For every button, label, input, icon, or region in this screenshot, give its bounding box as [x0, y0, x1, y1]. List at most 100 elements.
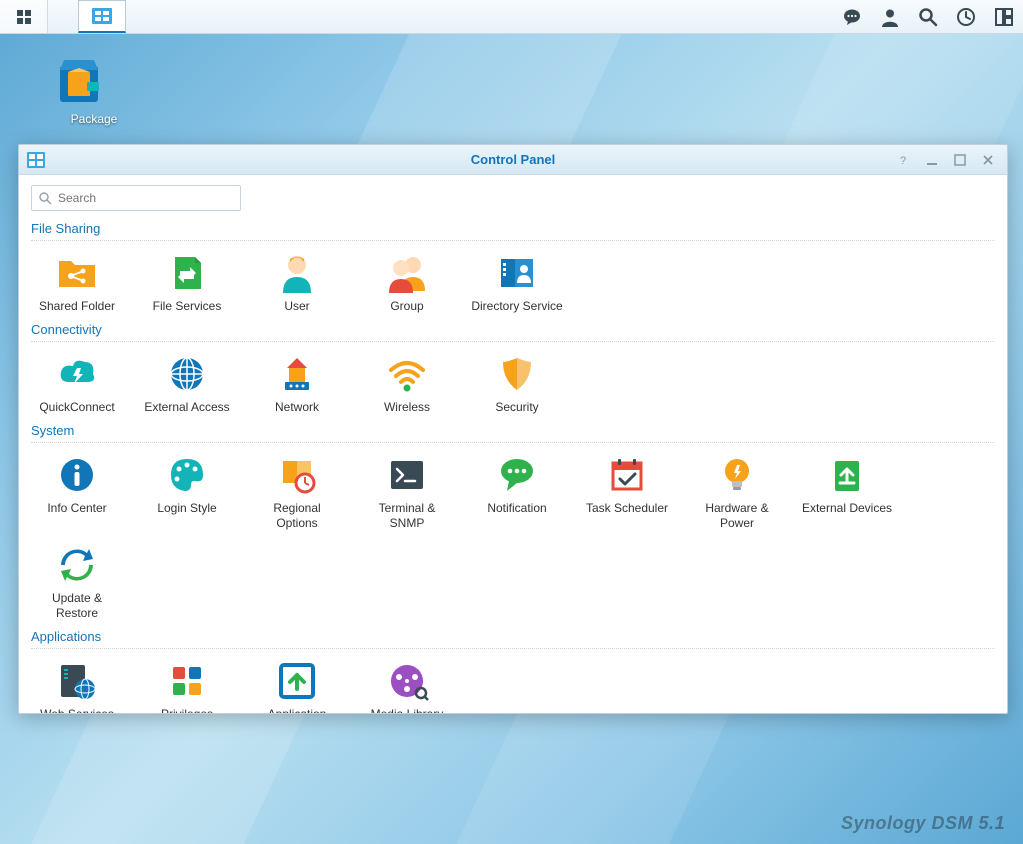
item-label: Group	[390, 299, 423, 314]
item-label: Security	[495, 400, 538, 415]
ext-device-icon	[825, 453, 869, 497]
section-title-applications: Applications	[31, 629, 995, 644]
item-label: Update & Restore	[31, 591, 123, 621]
item-label: Web Services	[40, 707, 114, 713]
globe-icon	[165, 352, 209, 396]
window-app-icon	[27, 152, 45, 168]
package-center-shortcut[interactable]: Package	[54, 54, 134, 126]
window-close-button[interactable]	[979, 151, 997, 169]
group-icon	[385, 251, 429, 295]
folder-share-icon	[55, 251, 99, 295]
file-services-item[interactable]: File Services	[141, 251, 233, 314]
package-center-label: Package	[54, 112, 134, 126]
window-maximize-button[interactable]	[951, 151, 969, 169]
portal-icon	[275, 659, 319, 703]
desktop: Package Control Panel ? File	[0, 34, 1023, 844]
applications-grid: Web Services Privileges Application Port…	[31, 659, 995, 713]
regional-icon	[275, 453, 319, 497]
terminal-snmp-item[interactable]: Terminal & SNMP	[361, 453, 453, 531]
speech-icon	[495, 453, 539, 497]
user-menu-icon[interactable]	[871, 0, 909, 33]
application-portal-item[interactable]: Application Portal	[251, 659, 343, 713]
item-label: User	[284, 299, 309, 314]
notifications-icon[interactable]	[833, 0, 871, 33]
connectivity-grid: QuickConnect External Access Network Wir…	[31, 352, 995, 415]
window-minimize-button[interactable]	[923, 151, 941, 169]
item-label: Privileges	[161, 707, 213, 713]
item-label: Network	[275, 400, 319, 415]
item-label: QuickConnect	[39, 400, 114, 415]
shield-icon	[495, 352, 539, 396]
section-title-connectivity: Connectivity	[31, 322, 995, 337]
item-label: Login Style	[157, 501, 216, 516]
taskbar-control-panel-button[interactable]	[78, 0, 126, 33]
group-item[interactable]: Group	[361, 251, 453, 314]
divider	[31, 240, 995, 241]
control-panel-window: Control Panel ? File Sharing	[18, 144, 1008, 714]
dir-service-icon	[495, 251, 539, 295]
cloud-bolt-icon	[55, 352, 99, 396]
item-label: Terminal & SNMP	[361, 501, 453, 531]
directory-service-item[interactable]: Directory Service	[471, 251, 563, 314]
window-titlebar[interactable]: Control Panel ?	[19, 145, 1007, 175]
login-style-item[interactable]: Login Style	[141, 453, 233, 531]
divider	[31, 442, 995, 443]
calendar-check-icon	[605, 453, 649, 497]
search-box[interactable]	[31, 185, 241, 211]
shared-folder-item[interactable]: Shared Folder	[31, 251, 123, 314]
item-label: Task Scheduler	[586, 501, 668, 516]
task-scheduler-item[interactable]: Task Scheduler	[581, 453, 673, 531]
item-label: File Services	[153, 299, 222, 314]
external-devices-item[interactable]: External Devices	[801, 453, 893, 531]
package-icon	[54, 54, 108, 108]
wifi-icon	[385, 352, 429, 396]
info-center-item[interactable]: Info Center	[31, 453, 123, 531]
info-icon	[55, 453, 99, 497]
item-label: Directory Service	[471, 299, 562, 314]
pilot-view-icon[interactable]	[985, 0, 1023, 33]
network-item[interactable]: Network	[251, 352, 343, 415]
hardware-power-item[interactable]: Hardware & Power	[691, 453, 783, 531]
brand-watermark: Synology DSM 5.1	[841, 813, 1005, 834]
section-title-system: System	[31, 423, 995, 438]
update-restore-item[interactable]: Update & Restore	[31, 543, 123, 621]
svg-text:?: ?	[900, 155, 906, 166]
search-input[interactable]	[58, 191, 234, 205]
privileges-item[interactable]: Privileges	[141, 659, 233, 713]
divider	[31, 341, 995, 342]
system-grid: Info Center Login Style Regional Options…	[31, 453, 995, 621]
quickconnect-item[interactable]: QuickConnect	[31, 352, 123, 415]
item-label: Application Portal	[251, 707, 343, 713]
notification-item[interactable]: Notification	[471, 453, 563, 531]
file-swap-icon	[165, 251, 209, 295]
divider	[31, 648, 995, 649]
item-label: Hardware & Power	[691, 501, 783, 531]
search-icon[interactable]	[909, 0, 947, 33]
item-label: Shared Folder	[39, 299, 115, 314]
item-label: Notification	[487, 501, 546, 516]
regional-options-item[interactable]: Regional Options	[251, 453, 343, 531]
security-item[interactable]: Security	[471, 352, 563, 415]
web-service-icon	[55, 659, 99, 703]
bulb-icon	[715, 453, 759, 497]
item-label: External Devices	[802, 501, 892, 516]
terminal-icon	[385, 453, 429, 497]
wireless-item[interactable]: Wireless	[361, 352, 453, 415]
main-menu-button[interactable]	[0, 0, 48, 33]
window-help-button[interactable]: ?	[895, 151, 913, 169]
item-label: Regional Options	[251, 501, 343, 531]
widgets-icon[interactable]	[947, 0, 985, 33]
external-access-item[interactable]: External Access	[141, 352, 233, 415]
window-title: Control Panel	[19, 152, 1007, 167]
network-icon	[275, 352, 319, 396]
item-label: Wireless	[384, 400, 430, 415]
user-item[interactable]: User	[251, 251, 343, 314]
search-input-icon	[38, 191, 52, 205]
item-label: External Access	[144, 400, 229, 415]
file-sharing-grid: Shared Folder File Services User Group D…	[31, 251, 995, 314]
palette-icon	[165, 453, 209, 497]
web-services-item[interactable]: Web Services	[31, 659, 123, 713]
item-label: Media Library	[371, 707, 444, 713]
media-library-item[interactable]: Media Library	[361, 659, 453, 713]
taskbar	[0, 0, 1023, 34]
